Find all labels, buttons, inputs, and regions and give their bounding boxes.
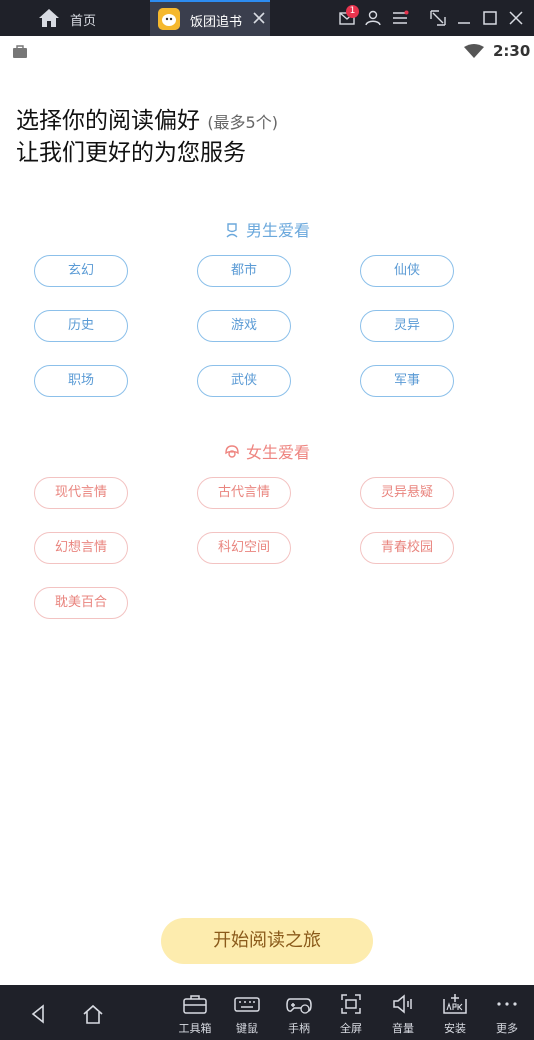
headline-title: 选择你的阅读偏好	[16, 108, 200, 134]
male-icon	[226, 223, 238, 238]
mail-badge: 1	[346, 5, 359, 18]
emulator-top-bar: 首页 饭团追书 1	[0, 0, 534, 36]
user-icon[interactable]	[364, 9, 382, 27]
volume-icon	[393, 994, 412, 1014]
home-icon	[39, 9, 59, 27]
genre-chip[interactable]: 游戏	[197, 310, 291, 342]
genre-chip[interactable]: 青春校园	[360, 532, 454, 564]
male-section-header: 男生爱看	[0, 217, 534, 241]
resize-icon[interactable]	[429, 9, 447, 27]
genre-chip[interactable]: 玄幻	[34, 255, 128, 287]
toolbox-icon	[183, 995, 207, 1014]
female-icon	[225, 445, 239, 458]
shopping-bag-icon	[13, 45, 27, 58]
genre-chip[interactable]: 军事	[360, 365, 454, 397]
app-logo-icon	[158, 8, 180, 30]
start-reading-button[interactable]: 开始阅读之旅	[161, 918, 373, 964]
genre-chip[interactable]: 古代言情	[197, 477, 291, 509]
fullscreen-icon	[341, 994, 361, 1014]
genre-chip[interactable]: 灵异悬疑	[360, 477, 454, 509]
home-tab[interactable]: 首页	[0, 0, 150, 36]
android-status-bar: 2:30	[0, 36, 534, 66]
volume-button[interactable]: 音量	[378, 993, 428, 1036]
menu-icon[interactable]	[391, 9, 409, 27]
genre-chip[interactable]: 都市	[197, 255, 291, 287]
headline-line-2: 让我们更好的为您服务	[16, 140, 246, 166]
keyboard-button[interactable]: 键鼠	[222, 993, 272, 1036]
genre-chip[interactable]: 仙侠	[360, 255, 454, 287]
fullscreen-button[interactable]: 全屏	[326, 993, 376, 1036]
headline-hint: (最多5个)	[207, 113, 278, 132]
female-section-header: 女生爱看	[0, 439, 534, 463]
maximize-icon[interactable]	[481, 9, 499, 27]
toolbox-button[interactable]: 工具箱	[170, 993, 220, 1036]
window-close-icon[interactable]	[507, 9, 525, 27]
genre-chip[interactable]: 灵异	[360, 310, 454, 342]
android-home-icon[interactable]	[82, 1003, 104, 1025]
more-button[interactable]: 更多	[482, 993, 532, 1036]
gamepad-button[interactable]: 手柄	[274, 993, 324, 1036]
emulator-bottom-bar: 工具箱 键鼠 手柄 全屏 音量 安装 更多	[0, 985, 534, 1040]
wifi-icon	[464, 44, 484, 58]
preference-headline: 选择你的阅读偏好 (最多5个) 让我们更好的为您服务	[16, 106, 516, 168]
genre-chip[interactable]: 武侠	[197, 365, 291, 397]
toolbox-label: 工具箱	[178, 1022, 212, 1035]
status-time: 2:30	[493, 42, 531, 60]
gamepad-label: 手柄	[288, 1022, 310, 1035]
headline-line-1: 选择你的阅读偏好 (最多5个)	[16, 106, 516, 138]
genre-chip[interactable]: 科幻空间	[197, 532, 291, 564]
female-section-title: 女生爱看	[245, 443, 310, 462]
install-label: 安装	[444, 1022, 466, 1035]
close-icon[interactable]	[252, 10, 266, 26]
genre-chip[interactable]: 现代言情	[34, 477, 128, 509]
app-tab-label: 饭团追书	[190, 15, 243, 30]
genre-chip[interactable]: 耽美百合	[34, 587, 128, 619]
gamepad-icon	[286, 998, 312, 1014]
back-icon[interactable]	[28, 1003, 50, 1025]
home-tab-label: 首页	[70, 14, 97, 29]
more-label: 更多	[496, 1022, 518, 1035]
minimize-icon[interactable]	[455, 9, 473, 27]
genre-chip[interactable]: 职场	[34, 365, 128, 397]
keyboard-label: 键鼠	[236, 1022, 258, 1035]
fullscreen-label: 全屏	[340, 1022, 362, 1035]
more-icon	[497, 1002, 517, 1006]
genre-chip[interactable]: 历史	[34, 310, 128, 342]
keyboard-icon	[234, 997, 260, 1012]
male-section-title: 男生爱看	[245, 221, 310, 240]
volume-label: 音量	[392, 1022, 414, 1035]
install-apk-button[interactable]: 安装	[430, 993, 480, 1036]
apk-icon	[443, 994, 467, 1014]
genre-chip[interactable]: 幻想言情	[34, 532, 128, 564]
app-tab[interactable]: 饭团追书	[150, 0, 270, 36]
